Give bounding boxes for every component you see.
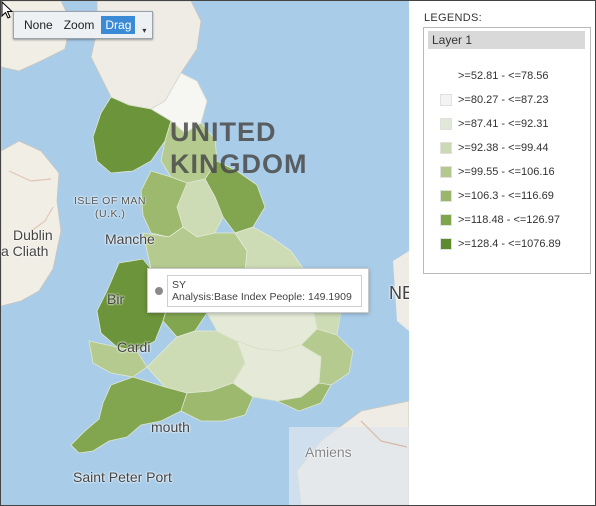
map-label-manchester: Manche — [105, 231, 155, 247]
legend-label: >=106.3 - <=116.69 — [458, 190, 554, 202]
legend-swatch — [440, 118, 452, 130]
legend-swatch — [440, 142, 452, 154]
legend-swatch — [440, 214, 452, 226]
legend-label: >=128.4 - <=1076.89 — [458, 238, 561, 250]
legend-swatch — [440, 166, 452, 178]
map-label-uk: (U.K.) — [95, 208, 126, 220]
map-label-baile-atha-cliath: a Cliath — [1, 243, 49, 259]
none-button[interactable]: None — [20, 16, 57, 34]
legend-label: >=118.48 - <=126.97 — [458, 214, 560, 226]
map-label-amiens: Amiens — [305, 444, 352, 460]
legend-layer-header[interactable]: Layer 1 — [428, 31, 585, 49]
map-label-netherlands: NE — [389, 283, 409, 303]
legend-item: >=87.41 - <=92.31 — [440, 117, 549, 131]
legend-item: >=80.27 - <=87.23 — [440, 93, 549, 107]
legend-item: >=128.4 - <=1076.89 — [440, 237, 561, 251]
map-label-dublin: Dublin — [13, 227, 53, 243]
caret-down-icon[interactable]: ▾ — [142, 26, 146, 35]
legend-item: >=118.48 - <=126.97 — [440, 213, 560, 227]
map-label-kingdom: KINGDOM — [170, 149, 308, 179]
legend-swatch — [440, 94, 452, 106]
legend-label: >=99.55 - <=106.16 — [458, 166, 555, 178]
map-toolbar: None Zoom Drag ▾ — [13, 11, 154, 39]
map-label-cardiff: Cardi — [117, 339, 151, 355]
zoom-button[interactable]: Zoom — [60, 16, 99, 34]
tooltip-title: SY — [172, 279, 187, 291]
legend-label: >=92.38 - <=99.44 — [458, 142, 549, 154]
tooltip-text: Analysis:Base Index People: 149.1909 — [172, 291, 352, 303]
legend-title: LEGENDS: — [424, 12, 483, 24]
tooltip-marker-icon — [155, 287, 163, 295]
legend-item: >=99.55 - <=106.16 — [440, 165, 555, 179]
legend-swatch — [440, 70, 452, 82]
legend-item: >=52.81 - <=78.56 — [440, 69, 549, 83]
legend-item: >=92.38 - <=99.44 — [440, 141, 549, 155]
legend-label: >=52.81 - <=78.56 — [458, 70, 549, 82]
legend-panel: Layer 1 >=52.81 - <=78.56 >=80.27 - <=87.… — [423, 27, 591, 274]
legend-swatch — [440, 238, 452, 250]
drag-button[interactable]: Drag — [101, 16, 136, 34]
map-label-birmingham: Bir — [107, 291, 125, 307]
legend-swatch — [440, 190, 452, 202]
mouse-cursor-icon — [1, 1, 14, 19]
map-label-plymouth: mouth — [151, 419, 190, 435]
map-label-isle-of-man: ISLE OF MAN — [74, 195, 147, 207]
map-label-united: UNITED — [170, 117, 277, 147]
tooltip-content: SY Analysis:Base Index People: 149.1909 — [167, 275, 362, 307]
map-canvas[interactable] — [1, 1, 409, 505]
legend-label: >=87.41 - <=92.31 — [458, 118, 549, 130]
map-view[interactable]: UNITED KINGDOM ISLE OF MAN (U.K.) Dublin… — [1, 1, 409, 505]
legend-item: >=106.3 - <=116.69 — [440, 189, 554, 203]
blank-area — [409, 277, 595, 505]
region-tooltip: SY Analysis:Base Index People: 149.1909 — [147, 268, 369, 313]
map-label-saint-peter-port: Saint Peter Port — [73, 469, 172, 485]
legend-label: >=80.27 - <=87.23 — [458, 94, 549, 106]
